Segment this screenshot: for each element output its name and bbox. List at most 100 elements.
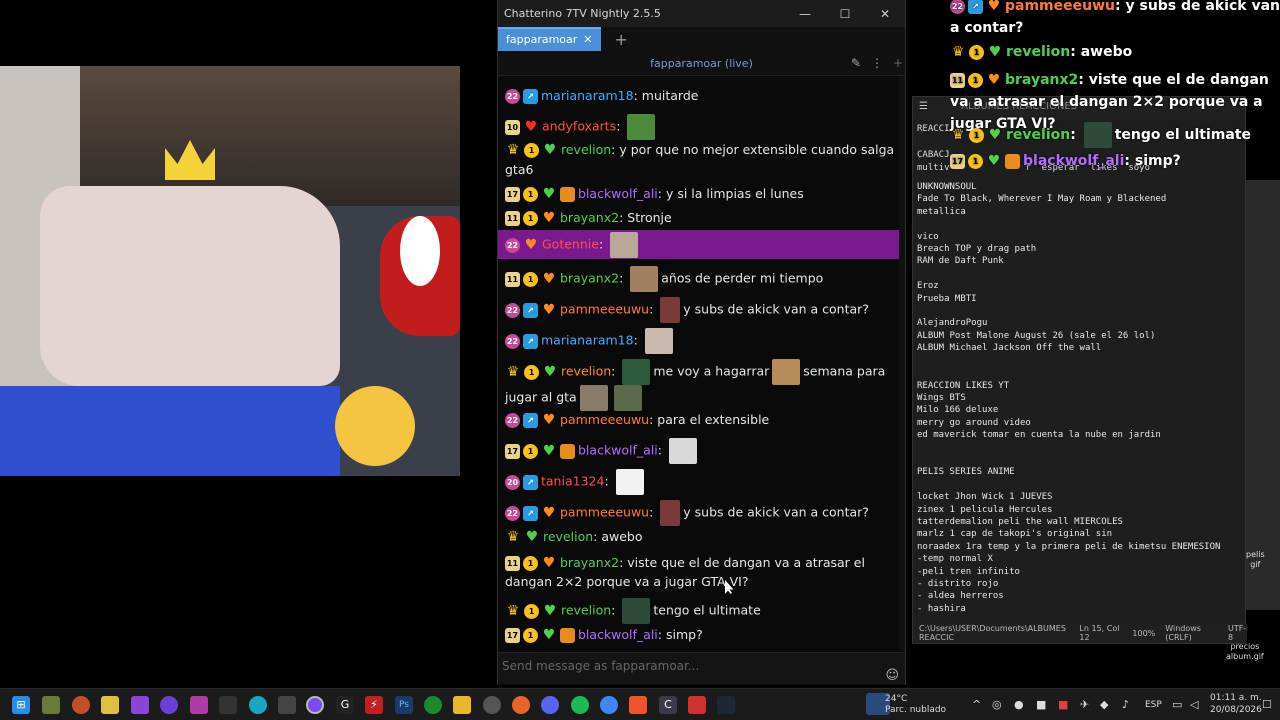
weather-desc[interactable]: Parc. nublado [885, 705, 946, 715]
app-icon[interactable] [42, 696, 60, 714]
tray-icon[interactable]: ✈ [1080, 698, 1089, 711]
language-indicator[interactable]: ESP [1145, 700, 1162, 710]
close-tab-icon[interactable]: ✕ [583, 28, 592, 52]
crown-icon: ♛ [506, 142, 520, 158]
app-icon[interactable] [190, 696, 208, 714]
username[interactable]: Gotennie [542, 237, 599, 252]
username[interactable]: pammeeeuwu [560, 412, 649, 427]
username[interactable]: pammeeeuwu [560, 302, 649, 317]
app-icon[interactable] [219, 696, 237, 714]
sub-badge: 17 [505, 443, 520, 459]
pencil-icon[interactable]: ✎ [851, 56, 861, 70]
chat-scrollbar[interactable] [899, 76, 905, 650]
app-icon[interactable] [72, 696, 90, 714]
chevron-up-icon[interactable]: ^ [972, 698, 981, 711]
tray-icon[interactable]: ◆ [1100, 698, 1108, 711]
firefox-icon[interactable] [512, 696, 530, 714]
username[interactable]: blackwolf_ali [578, 443, 658, 458]
tab-fapparamoar[interactable]: fapparamoar ✕ [498, 27, 601, 51]
more-icon[interactable]: ⋮ [871, 56, 883, 70]
sub-badge: 22 [505, 413, 520, 428]
prime-icon: ↗ [968, 0, 983, 14]
clock-time[interactable]: 01:11 a. m. [1210, 693, 1262, 703]
username[interactable]: revelion [561, 142, 611, 157]
add-split-icon[interactable]: + [893, 56, 903, 70]
username[interactable]: brayanx2 [560, 555, 619, 570]
network-icon[interactable]: ▭ [1172, 698, 1182, 711]
desktop-file-label[interactable]: pelis gif [1246, 550, 1265, 570]
edge-icon[interactable] [249, 696, 267, 714]
bits-badge: 1 [968, 72, 983, 88]
tray-icon[interactable]: ■ [1058, 698, 1068, 711]
gift-icon [560, 628, 575, 643]
app-icon[interactable] [688, 696, 706, 714]
username[interactable]: marianaram18 [541, 88, 634, 103]
username[interactable]: blackwolf_ali [578, 627, 658, 642]
spotify-icon[interactable] [571, 696, 589, 714]
microphone-icon[interactable]: ♪ [1122, 698, 1129, 711]
app-icon[interactable] [160, 696, 178, 714]
xbox-icon[interactable] [424, 696, 442, 714]
emote-icon [622, 359, 651, 385]
app-icon[interactable]: G [336, 696, 354, 714]
minimize-button[interactable]: — [785, 0, 825, 27]
tray-icon[interactable]: ■ [1036, 698, 1046, 711]
message-text: tengo el ultimate [653, 602, 761, 618]
chrome-icon[interactable] [600, 696, 618, 714]
username[interactable]: brayanx2 [560, 210, 619, 225]
chat-message: 11 1 ♥ brayanx2: años de perder mi tiempo [505, 266, 897, 292]
tray-icon[interactable]: ● [1014, 698, 1024, 711]
notepad-window: ☰ ALBUMES REACCIONES REACCI CABACJ multi… [912, 96, 1247, 644]
steam-icon[interactable] [717, 696, 735, 714]
chat-messages[interactable]: 22 ↗ marianaram18: muitarde 10 ♥ andyfoxarts… [498, 76, 905, 650]
chatterino-icon[interactable]: C [659, 696, 677, 714]
clock-date[interactable]: 20/08/2026 [1210, 705, 1262, 715]
folder-icon[interactable] [453, 696, 471, 714]
twitch-icon[interactable] [131, 696, 149, 714]
heart-icon: ♥ [988, 126, 1002, 143]
channel-name[interactable]: fapparamoar (live) [650, 57, 753, 70]
username[interactable]: andyfoxarts [542, 119, 616, 134]
zoom-level: 100% [1132, 628, 1156, 638]
message-text: tengo el ultimate [1114, 127, 1252, 143]
username[interactable]: revelion [543, 529, 593, 544]
message-input[interactable]: Send message as fapparamoar... ☺ [498, 652, 905, 684]
app-icon[interactable]: ⚡ [365, 696, 383, 714]
sub-badge: 17 [505, 187, 520, 202]
emoji-icon[interactable]: ☺ [885, 668, 899, 683]
username[interactable]: revelion [561, 603, 611, 618]
desktop: Chatterino 7TV Nightly 2.5.5 — ☐ ✕ fappa… [0, 0, 1280, 720]
tray-icon[interactable]: ◎ [992, 698, 1002, 711]
username[interactable]: brayanx2 [560, 271, 619, 286]
window-title: Chatterino 7TV Nightly 2.5.5 [504, 7, 661, 20]
brave-icon[interactable] [629, 696, 647, 714]
weather-temp[interactable]: 24°C [885, 694, 907, 704]
notification-icon[interactable]: ☐ [1262, 698, 1272, 711]
photoshop-icon[interactable]: Ps [395, 696, 413, 714]
app-icon[interactable] [483, 696, 501, 714]
username[interactable]: blackwolf_ali [578, 186, 658, 201]
add-tab-button[interactable]: + [615, 30, 628, 49]
username[interactable]: marianaram18 [541, 333, 634, 348]
close-button[interactable]: ✕ [865, 0, 905, 27]
sub-badge: 11 [505, 211, 520, 226]
maximize-button[interactable]: ☐ [825, 0, 865, 27]
speaker-icon[interactable]: ◁ [1190, 698, 1198, 711]
notepad-text[interactable]: UNKNOWNSOUL Fade To Black, Wherever I Ma… [917, 181, 1243, 621]
heart-icon: ♥ [987, 152, 1001, 169]
desktop-file-label[interactable]: precios album.gif [1226, 642, 1264, 662]
username[interactable]: pammeeeuwu [560, 505, 649, 520]
hamburger-icon[interactable]: ☰ [919, 101, 928, 112]
windows-start-icon[interactable]: ⊞ [12, 696, 30, 714]
app-icon[interactable] [101, 696, 119, 714]
app-icon[interactable] [278, 696, 296, 714]
discord-icon[interactable] [541, 696, 559, 714]
username[interactable]: revelion [561, 364, 611, 379]
message-text: años de perder mi tiempo [661, 270, 824, 286]
emote-icon [772, 359, 801, 385]
input-placeholder: Send message as fapparamoar... [502, 659, 700, 673]
chat-message: 11 1 ♥ brayanx2: Stronje [505, 210, 672, 226]
username[interactable]: tania1324 [541, 474, 604, 489]
crown-icon: ♛ [951, 43, 965, 60]
obs-icon[interactable] [306, 696, 324, 714]
